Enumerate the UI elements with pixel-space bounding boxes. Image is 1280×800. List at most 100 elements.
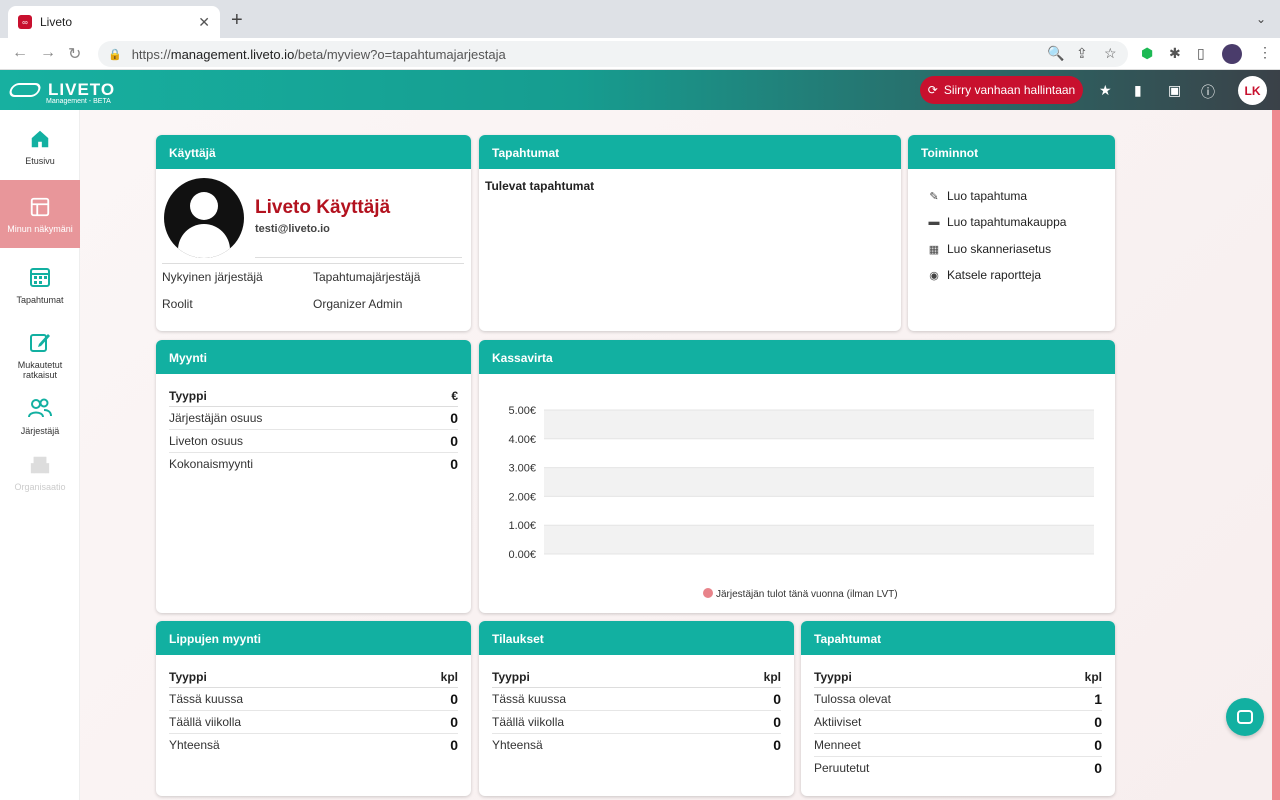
liveto-favicon-icon: ∞: [18, 15, 32, 29]
row-label: Peruutetut: [814, 761, 870, 775]
card-title: Tapahtumat: [479, 135, 901, 169]
building-icon: [30, 456, 50, 474]
legend-label: Järjestäjän tulot tänä vuonna (ilman LVT…: [716, 589, 898, 600]
y-tick-label: 3.00€: [508, 463, 536, 475]
liveto-logo[interactable]: LIVETO Management - BETA: [7, 80, 115, 105]
browser-menu-icon[interactable]: ⋮: [1258, 44, 1272, 61]
event-stats-table: Tyyppi kpl Tulossa olevat 1 Aktiiviset 0 Me…: [814, 667, 1102, 779]
extensions-puzzle-icon[interactable]: ✱: [1169, 45, 1181, 62]
row-label: Menneet: [814, 733, 1050, 757]
table-row: Täällä viikolla 0: [492, 710, 781, 734]
card-title: Kassavirta: [479, 340, 1115, 374]
bookmark-star-icon[interactable]: ☆: [1104, 45, 1117, 62]
zoom-icon[interactable]: 🔍: [1047, 45, 1064, 62]
sidebar-item-custom-solutions[interactable]: Mukautetut ratkaisut: [0, 330, 80, 380]
switch-old-admin-button[interactable]: ⟳ Siirry vanhaan hallintaan: [920, 76, 1083, 104]
page-scrollbar[interactable]: [1272, 110, 1280, 800]
forward-icon[interactable]: →: [40, 44, 56, 62]
main-content: Käyttäjä Liveto Käyttäjä testi@liveto.io…: [80, 110, 1280, 800]
roles-value: Organizer Admin: [313, 297, 403, 311]
user-avatar[interactable]: LK: [1238, 76, 1267, 105]
row-label: Täällä viikolla: [492, 710, 727, 734]
browser-toolbar: ← → ↻ 🔒 https://management.liveto.io/bet…: [0, 38, 1280, 70]
calendar-icon: [30, 268, 50, 287]
sidebar-item-label: Organisaatio: [14, 482, 66, 492]
edit-icon: ✎: [929, 191, 939, 203]
row-label: Kokonaismyynti: [169, 457, 254, 471]
new-tab-icon[interactable]: +: [231, 9, 243, 32]
organizer-value: Tapahtumajärjestäjä: [313, 270, 421, 284]
edit-icon: [30, 334, 50, 352]
table-row: Tässä kuussa 0: [169, 687, 458, 711]
table-row: Tässä kuussa 0: [492, 687, 781, 711]
sidebar-item-my-view[interactable]: Minun näkymäni: [0, 180, 80, 248]
home-icon: [31, 130, 49, 148]
chat-icon: [1237, 710, 1253, 724]
orders-table: Tyyppi kpl Tässä kuussa 0 Täällä viikolla 0…: [492, 667, 781, 756]
row-label: Tulossa olevat: [814, 687, 1050, 711]
row-value: 0: [403, 687, 458, 711]
chart-legend[interactable]: Järjestäjän tulot tänä vuonna (ilman LVT…: [703, 588, 898, 600]
row-value: 0: [1049, 733, 1102, 757]
table-row: Liveton osuus 0: [169, 429, 458, 453]
reload-icon[interactable]: ↻: [68, 44, 81, 64]
table-row: Aktiiviset 0: [814, 710, 1102, 734]
url-path: /beta/myview?o=tapahtumajarjestaja: [294, 46, 506, 62]
column-header: kpl: [403, 667, 458, 688]
action-label: Luo skanneriasetus: [947, 242, 1052, 256]
view-reports-link[interactable]: ◉ Katsele raportteja: [928, 268, 1041, 282]
orders-card: Tilaukset Tyyppi kpl Tässä kuussa 0 Täällä…: [479, 621, 794, 796]
extension-hex-icon[interactable]: ⬢: [1141, 45, 1153, 62]
grid-band: [544, 467, 1094, 497]
browser-profile-avatar[interactable]: [1222, 44, 1242, 64]
row-value: 1: [1049, 687, 1102, 711]
address-bar[interactable]: 🔒 https://management.liveto.io/beta/myvi…: [98, 41, 1128, 67]
browser-tab[interactable]: ∞ Liveto ✕: [8, 6, 220, 38]
back-icon[interactable]: ←: [12, 44, 28, 62]
url-prefix: https://: [131, 46, 171, 62]
organizer-label: Nykyinen järjestäjä: [162, 270, 263, 284]
refresh-icon: ⟳: [927, 83, 938, 97]
row-value: 0: [403, 710, 458, 734]
row-label: Tässä kuussa: [492, 687, 727, 711]
close-tab-icon[interactable]: ✕: [198, 14, 210, 31]
sales-card: Myynti Tyyppi € Järjestäjän osuus 0 Liveto…: [156, 340, 471, 613]
create-shop-link[interactable]: ▬ Luo tapahtumakauppa: [928, 215, 1067, 229]
sidebar-item-events[interactable]: Tapahtumat: [0, 265, 80, 305]
logo-subtitle: Management - BETA: [46, 98, 111, 105]
y-tick-label: 2.00€: [508, 491, 536, 503]
table-row: Tulossa olevat 1: [814, 687, 1102, 711]
actions-card: Toiminnot ✎ Luo tapahtuma ▬ Luo tapahtumak…: [908, 135, 1115, 331]
tab-search-chevron-icon[interactable]: ⌄: [1256, 12, 1266, 26]
card-title: Myynti: [156, 340, 471, 374]
row-label: Täällä viikolla: [169, 710, 404, 734]
row-value: 0: [726, 710, 781, 734]
store-icon: ▬: [928, 216, 940, 228]
sidebar-item-organizer[interactable]: Järjestäjä: [0, 396, 80, 436]
row-value: 0: [435, 429, 458, 453]
info-icon[interactable]: ⓘ: [1201, 82, 1215, 102]
sidebar-item-home[interactable]: Etusivu: [0, 128, 80, 166]
column-header: Tyyppi: [492, 667, 727, 688]
sales-table: Tyyppi € Järjestäjän osuus 0 Liveton osuus…: [169, 386, 458, 475]
sidebar: Etusivu Minun näkymäni Tapahtumat Mukaut…: [0, 110, 80, 800]
lock-icon: 🔒: [108, 48, 122, 61]
table-row: Järjestäjän osuus 0: [169, 406, 458, 430]
user-name: Liveto Käyttäjä: [255, 197, 391, 218]
side-panel-icon[interactable]: ▯: [1197, 45, 1205, 62]
upcoming-events-heading: Tulevat tapahtumat: [485, 179, 595, 193]
share-icon[interactable]: ⇪: [1076, 45, 1088, 62]
create-event-link[interactable]: ✎ Luo tapahtuma: [928, 189, 1027, 203]
sidebar-item-label: Järjestäjä: [20, 426, 60, 436]
table-row: Menneet 0: [814, 733, 1102, 757]
feedback-icon[interactable]: ▣: [1168, 82, 1181, 99]
create-scanner-setting-link[interactable]: ▦ Luo skanneriasetus: [928, 242, 1051, 256]
bookmark-icon[interactable]: ▮: [1134, 82, 1142, 99]
row-label: Yhteensä: [169, 738, 220, 752]
divider: [255, 257, 462, 258]
chat-launcher-button[interactable]: [1226, 698, 1264, 736]
url-host: management.liveto.io: [170, 46, 295, 62]
card-title: Tilaukset: [479, 621, 794, 655]
favorite-star-icon[interactable]: ★: [1099, 82, 1112, 99]
legend-marker: [703, 588, 713, 598]
